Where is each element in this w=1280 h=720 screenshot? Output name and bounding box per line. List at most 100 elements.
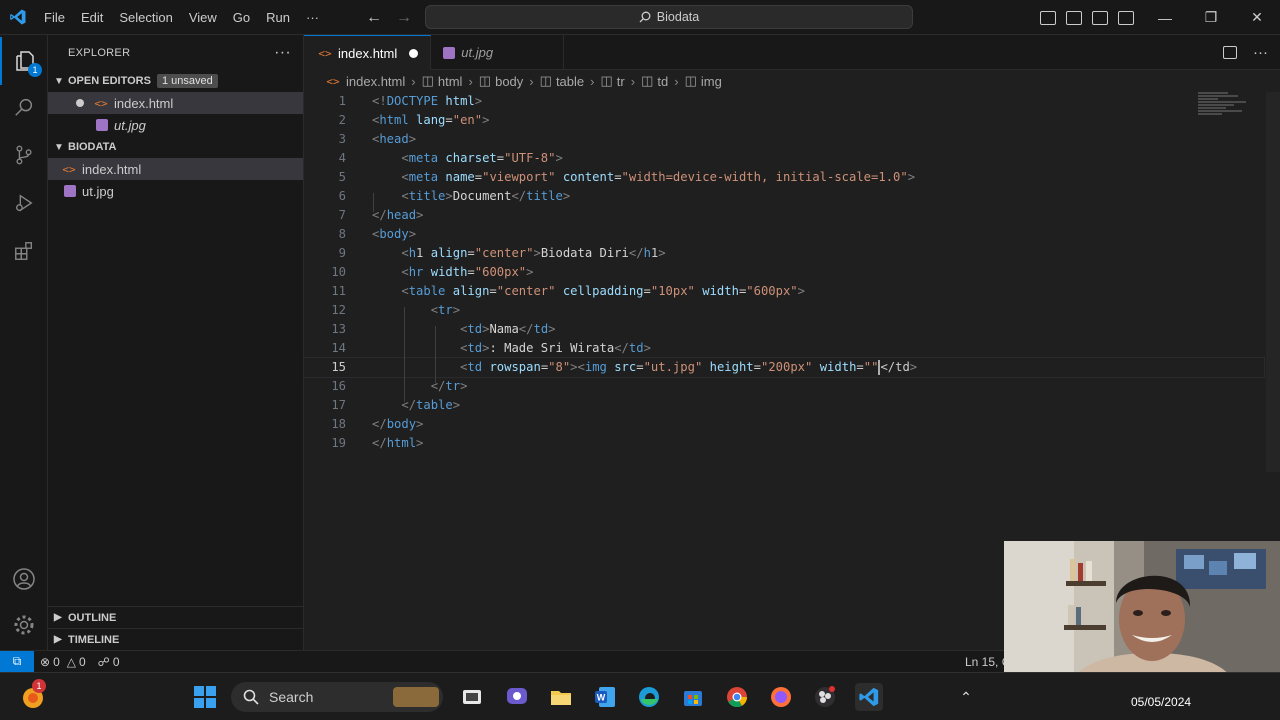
problems-indicator[interactable]: ⊗ 0 △ 0 (34, 655, 92, 669)
toggle-panel-icon[interactable] (1066, 10, 1082, 25)
code-text: <head> (372, 132, 417, 146)
toggle-secondary-sidebar-icon[interactable] (1092, 10, 1108, 25)
show-hidden-icons-chevron-icon[interactable]: ⌃ (952, 683, 980, 711)
breadcrumb-item[interactable]: table (556, 74, 584, 89)
file-item-index-html[interactable]: <> index.html (48, 158, 303, 180)
outline-section[interactable]: ▶ OUTLINE (48, 606, 304, 628)
code-line[interactable]: 13 <td>Nama</td> (304, 320, 1264, 339)
command-center-search[interactable]: Biodata (425, 5, 913, 29)
breadcrumb-item[interactable]: html (438, 74, 463, 89)
firefox-browser-icon[interactable] (767, 683, 795, 711)
unsaved-dot-icon[interactable] (409, 48, 419, 58)
breadcrumb-element-icon: ◫ (421, 73, 434, 88)
code-line[interactable]: 10 <hr width="600px"> (304, 263, 1264, 282)
code-line[interactable]: 9 <h1 align="center">Biodata Diri</h1> (304, 244, 1264, 263)
error-count: 0 (53, 654, 60, 669)
line-number: 6 (338, 189, 346, 203)
menu-edit[interactable]: Edit (73, 0, 111, 35)
tab-ut-jpg[interactable]: ut.jpg (431, 35, 565, 70)
taskbar-date[interactable]: 05/05/2024 (1131, 695, 1191, 709)
code-line[interactable]: 19 </html> (304, 434, 1264, 453)
menu-file[interactable]: File (36, 0, 73, 35)
menu-more[interactable]: ··· (298, 0, 327, 35)
code-editor[interactable]: 1 <!DOCTYPE html> 2 <html lang="en"> 3 <head>… (303, 92, 1265, 453)
windows-start-icon[interactable] (191, 683, 219, 711)
run-debug-icon[interactable] (0, 179, 48, 227)
code-line[interactable]: 8 <body> (304, 225, 1264, 244)
account-icon[interactable] (0, 555, 48, 603)
chevron-right-icon: › (529, 73, 534, 89)
code-line[interactable]: 11 <table align="center" cellpadding="10… (304, 282, 1264, 301)
search-icon[interactable] (0, 83, 48, 131)
code-line[interactable]: 7 </head> (304, 206, 1264, 225)
word-icon[interactable]: W (591, 683, 619, 711)
more-actions-icon[interactable]: ··· (1253, 44, 1268, 61)
forward-arrow-icon[interactable]: → (396, 9, 412, 27)
menu-selection[interactable]: Selection (111, 0, 180, 35)
code-line[interactable]: 6 <title>Document</title> (304, 187, 1264, 206)
tab-index-html[interactable]: <> index.html (304, 35, 432, 70)
menu-view[interactable]: View (181, 0, 225, 35)
file-explorer-icon[interactable] (547, 683, 575, 711)
task-view-icon[interactable] (458, 683, 486, 711)
code-text: </head> (372, 208, 424, 222)
ports-indicator[interactable]: ☍ 0 (92, 655, 126, 669)
breadcrumb-item[interactable]: index.html (346, 74, 405, 89)
edge-browser-icon[interactable] (635, 683, 663, 711)
breadcrumb-item[interactable]: td (657, 74, 668, 89)
open-editor-item-index-html[interactable]: <> index.html (48, 92, 303, 114)
chrome-browser-icon[interactable] (723, 683, 751, 711)
vscode-taskbar-icon[interactable] (855, 683, 883, 711)
widgets-icon[interactable]: 1 (20, 679, 48, 711)
indent-guide (373, 193, 374, 212)
obs-studio-icon[interactable] (811, 683, 839, 711)
source-control-icon[interactable] (0, 131, 48, 179)
open-editors-section[interactable]: ▼ OPEN EDITORS 1 unsaved (48, 70, 303, 92)
code-line[interactable]: 15 <td rowspan="8"><img src="ut.jpg" hei… (303, 357, 1265, 378)
vertical-scrollbar[interactable] (1266, 92, 1280, 472)
breadcrumb-item[interactable]: body (495, 74, 523, 89)
breadcrumb-element-icon: ◫ (641, 73, 654, 88)
toggle-primary-sidebar-icon[interactable] (1040, 10, 1056, 25)
open-editor-label: ut.jpg (114, 117, 146, 133)
code-line[interactable]: 16 </tr> (304, 377, 1264, 396)
timeline-section[interactable]: ▶ TIMELINE (48, 628, 304, 650)
settings-gear-icon[interactable] (0, 601, 48, 649)
back-arrow-icon[interactable]: ← (366, 9, 382, 27)
breadcrumb-item[interactable]: img (701, 74, 722, 89)
split-editor-icon[interactable] (1223, 46, 1237, 59)
code-line[interactable]: 4 <meta charset="UTF-8"> (304, 149, 1264, 168)
editor-tabs: <> index.html ut.jpg ··· (304, 35, 1280, 70)
menu-run[interactable]: Run (258, 0, 298, 35)
outline-panel[interactable]: ▶ OUTLINE ▶ TIMELINE (48, 606, 304, 650)
minimize-icon[interactable]: — (1142, 0, 1188, 35)
customize-layout-icon[interactable] (1118, 10, 1134, 25)
code-line[interactable]: 3 <head> (304, 130, 1264, 149)
open-editor-item-ut-jpg[interactable]: ut.jpg (48, 114, 303, 136)
code-line[interactable]: 1 <!DOCTYPE html> (304, 92, 1264, 111)
minimap[interactable] (1198, 92, 1250, 122)
code-line[interactable]: 17 </table> (304, 396, 1264, 415)
close-icon[interactable]: ✕ (1234, 0, 1280, 35)
remote-indicator-icon[interactable]: ⧉ (0, 650, 34, 673)
more-actions-icon[interactable]: ··· (274, 44, 291, 62)
code-line[interactable]: 2 <html lang="en"> (304, 111, 1264, 130)
restore-icon[interactable]: ❐ (1188, 0, 1234, 35)
taskbar-search-placeholder: Search (269, 689, 314, 705)
menu-go[interactable]: Go (225, 0, 258, 35)
biodata-folder-section[interactable]: ▼ BIODATA (48, 136, 303, 158)
teams-chat-icon[interactable] (503, 683, 531, 711)
code-line[interactable]: 12 <tr> (304, 301, 1264, 320)
taskbar-search-box[interactable]: Search (231, 682, 443, 712)
code-line[interactable]: 18 </body> (304, 415, 1264, 434)
explorer-icon[interactable]: 1 (0, 37, 48, 85)
file-item-ut-jpg[interactable]: ut.jpg (48, 180, 303, 202)
line-number: 16 (331, 379, 346, 393)
extensions-icon[interactable] (0, 227, 48, 275)
code-line[interactable]: 14 <td>: Made Sri Wirata</td> (304, 339, 1264, 358)
breadcrumb-item[interactable]: tr (617, 74, 625, 89)
tab-label: index.html (338, 45, 398, 61)
microsoft-store-icon[interactable] (679, 683, 707, 711)
line-number: 4 (338, 151, 346, 165)
code-line[interactable]: 5 <meta name="viewport" content="width=d… (304, 168, 1264, 187)
